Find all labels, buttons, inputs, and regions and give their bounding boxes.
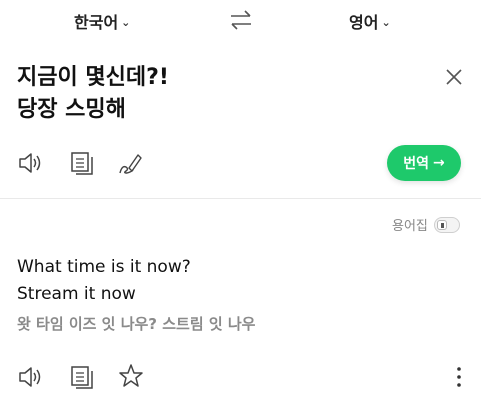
glossary-label: 용어집 [392,219,428,234]
pen-icon[interactable] [117,150,143,176]
divider [0,198,481,199]
source-language-label: 한국어 [74,13,119,32]
translate-button[interactable]: 번역 → [387,145,461,181]
pronunciation-text: 왓 타임 이즈 잇 나우? 스트림 잇 나우 [17,315,256,333]
speaker-icon[interactable] [17,150,43,176]
chevron-down-icon: ⌄ [121,15,131,29]
translation-result: What time is it now? Stream it now [17,254,191,308]
arrow-right-icon: → [433,155,445,171]
swap-arrows-icon[interactable] [228,8,254,32]
chevron-down-icon: ⌄ [381,15,391,29]
copy-icon[interactable] [69,150,95,176]
toggle-knob [436,219,447,230]
target-language-selector[interactable]: 영어 ⌄ [349,9,391,33]
more-vertical-icon[interactable] [450,364,468,390]
copy-icon[interactable] [69,364,95,390]
source-text-area[interactable]: 지금이 몇신데?! 당장 스밍해 [17,62,417,126]
translate-button-label: 번역 [403,156,430,172]
close-icon[interactable] [445,68,463,86]
result-line: Stream it now [17,284,136,304]
source-text-line: 당장 스밍해 [17,97,126,122]
language-bar: 한국어 ⌄ 영어 ⌄ [0,0,481,40]
target-language-label: 영어 [349,13,379,32]
glossary-control: 용어집 [392,215,460,234]
result-line: What time is it now? [17,257,191,277]
source-language-selector[interactable]: 한국어 ⌄ [74,9,130,33]
source-text-line: 지금이 몇신데?! [17,65,169,90]
speaker-icon[interactable] [17,364,43,390]
glossary-toggle[interactable] [433,216,460,233]
star-icon[interactable] [118,363,144,389]
